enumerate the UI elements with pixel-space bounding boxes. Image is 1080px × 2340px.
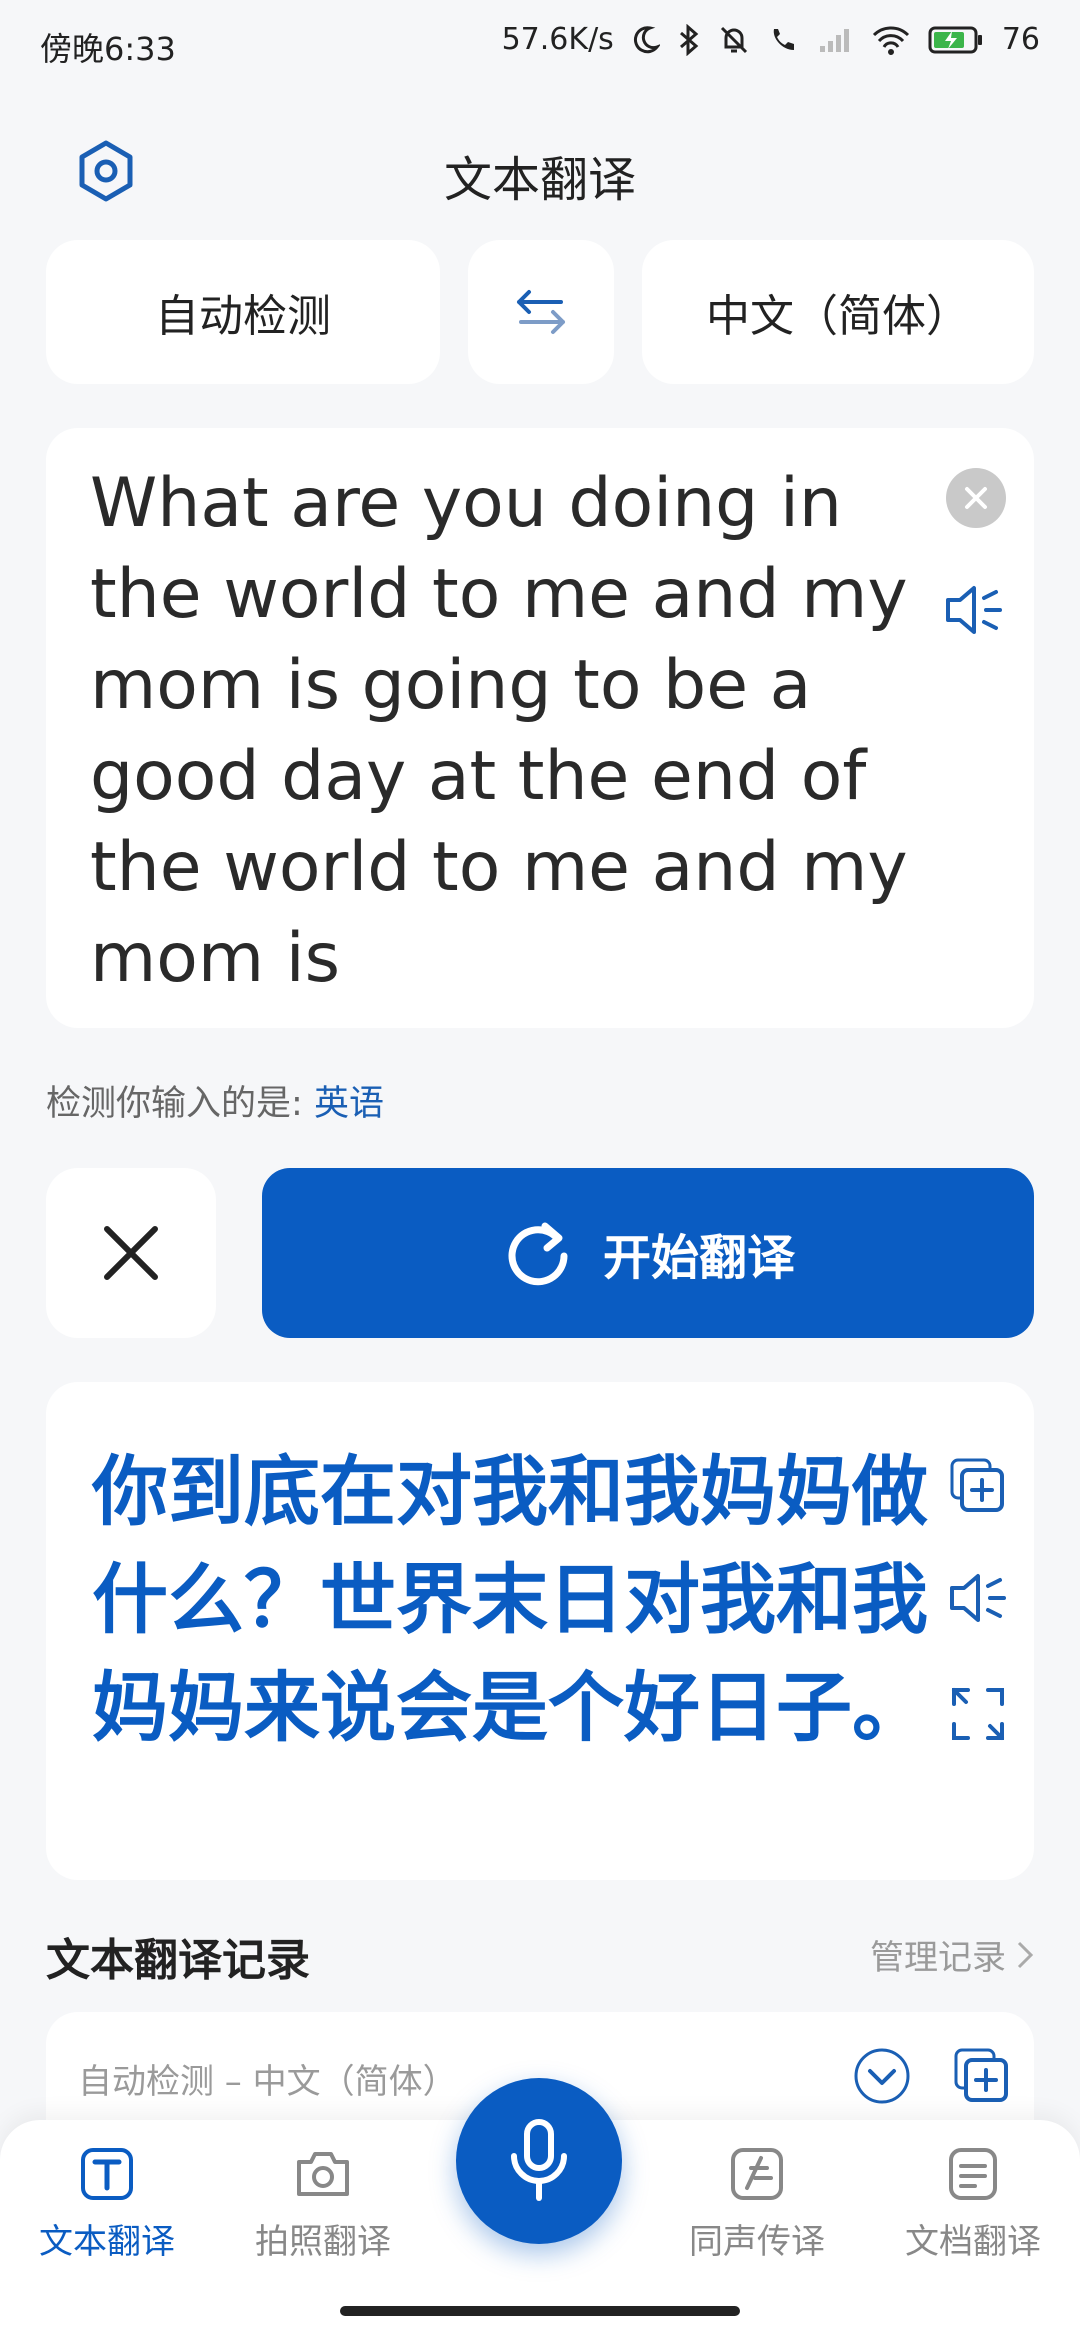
swap-languages-button[interactable]	[468, 240, 614, 384]
source-language-button[interactable]: 自动检测	[46, 240, 440, 384]
translate-screen: 傍晚6:33 57.6K/s 76 文本翻译 自动检测 中文（简体） What …	[0, 0, 1080, 2340]
document-icon	[949, 2148, 997, 2200]
manage-history-label: 管理记录	[870, 1938, 1006, 1978]
detected-language[interactable]: 英语	[314, 1084, 384, 1124]
status-bar: 傍晚6:33 57.6K/s 76	[0, 0, 1080, 95]
swap-arrows-icon	[517, 290, 565, 334]
close-icon	[965, 487, 987, 509]
nav-photo-translate[interactable]: 拍照翻译	[238, 2144, 408, 2294]
language-selector-row: 自动检测 中文（简体）	[46, 240, 1034, 384]
history-expand-button[interactable]	[852, 2046, 912, 2110]
clear-input-button[interactable]	[946, 468, 1006, 528]
speak-output-button[interactable]	[946, 1566, 1010, 1630]
page-title: 文本翻译	[443, 152, 636, 208]
target-language-button[interactable]: 中文（简体）	[642, 240, 1034, 384]
nav-label: 文本翻译	[39, 2222, 175, 2262]
nav-label: 同声传译	[689, 2222, 825, 2262]
detected-language-row: 检测你输入的是: 英语	[46, 1075, 384, 1126]
start-translate-button[interactable]: 开始翻译	[262, 1168, 1034, 1338]
microphone-icon	[511, 2119, 567, 2201]
battery-icon	[928, 26, 982, 53]
moon-icon	[633, 25, 660, 53]
wifi-icon	[872, 25, 909, 55]
input-card: What are you doing in the world to me an…	[46, 428, 1034, 1028]
nav-text-translate[interactable]: 文本翻译	[22, 2144, 192, 2294]
translated-text: 你到底在对我和我妈妈做什么？世界末日对我和我妈妈来说会是个好日子。	[92, 1447, 928, 1752]
history-title: 文本翻译记录	[46, 1935, 310, 1986]
app-header: 文本翻译	[0, 120, 1080, 220]
speaker-icon	[946, 586, 1002, 634]
nav-simultaneous-translate[interactable]: 同声传译	[672, 2144, 842, 2294]
detected-label: 检测你输入的是:	[46, 1084, 303, 1124]
history-item-languages: 自动检测 – 中文（简体）	[78, 2062, 457, 2102]
refresh-icon	[508, 1222, 568, 1286]
close-icon	[104, 1226, 158, 1280]
manage-history-link[interactable]: 管理记录	[870, 1930, 1034, 1979]
fullscreen-icon	[952, 1688, 1004, 1740]
start-translate-label: 开始翻译	[602, 1230, 795, 1286]
fullscreen-button[interactable]	[946, 1682, 1010, 1746]
call-icon	[773, 28, 794, 50]
copy-icon	[950, 1458, 1004, 1512]
simultaneous-icon	[731, 2148, 783, 2200]
signal-icon	[819, 28, 849, 52]
copy-button[interactable]	[946, 1454, 1010, 1518]
source-text-input[interactable]: What are you doing in the world to me an…	[90, 458, 930, 1004]
nav-label: 拍照翻译	[255, 2222, 391, 2262]
output-card: 你到底在对我和我妈妈做什么？世界末日对我和我妈妈来说会是个好日子。	[46, 1382, 1034, 1880]
speak-input-button[interactable]	[942, 580, 1006, 644]
nav-document-translate[interactable]: 文档翻译	[888, 2144, 1058, 2294]
home-indicator[interactable]	[340, 2306, 740, 2316]
history-copy-button[interactable]	[952, 2046, 1012, 2110]
chevron-right-icon	[1017, 1941, 1034, 1968]
mute-bell-icon	[720, 26, 747, 53]
clear-all-button[interactable]	[46, 1168, 216, 1338]
status-time: 傍晚6:33	[40, 30, 176, 68]
status-icons: 57.6K/s 76	[502, 22, 1040, 57]
camera-icon	[297, 2152, 349, 2196]
speaker-icon	[950, 1574, 1006, 1622]
text-t-icon	[81, 2148, 133, 2200]
battery-level: 76	[1001, 22, 1040, 57]
copy-icon	[954, 2048, 1008, 2102]
bluetooth-icon	[679, 23, 699, 56]
chevron-down-circle-icon	[854, 2048, 910, 2104]
nav-label: 文档翻译	[905, 2222, 1041, 2262]
network-speed: 57.6K/s	[501, 22, 614, 57]
voice-input-button[interactable]	[456, 2078, 622, 2244]
